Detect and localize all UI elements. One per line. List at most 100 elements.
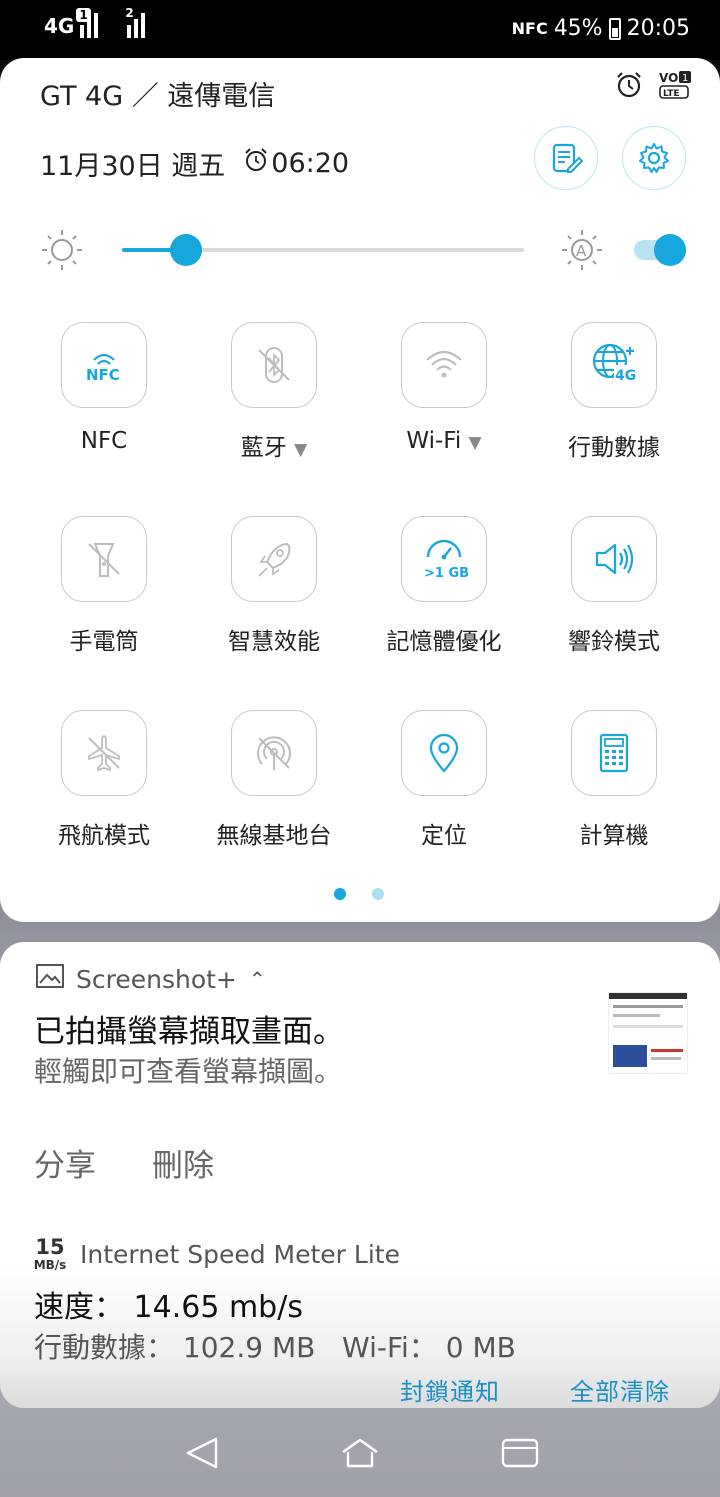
rocket-icon [231,516,317,602]
sim1-badge: 1 [76,8,91,22]
signal-sim1-icon: 1 [76,8,105,38]
svg-text:VO: VO [659,71,678,85]
airplane-off-icon [61,710,147,796]
quick-settings-status-icons: VO 1 LTE [614,70,692,104]
brightness-row: A [40,228,690,272]
notification-app-name: Screenshot+ [76,964,237,994]
clear-all-button[interactable]: 全部清除 [570,1372,670,1407]
image-icon [36,964,64,994]
quick-settings-panel: GT 4G ／ 遠傳電信 VO 1LTE 11月30日 週五 06:20 A [0,58,720,922]
tile-label: 手電筒 [69,629,139,655]
network-type: 4G [44,14,75,38]
back-icon [186,1437,218,1469]
speed-text: 速度： 14.65 mb/s [34,1290,303,1325]
svg-text:LTE: LTE [663,89,680,99]
tile-smart-performance[interactable]: 智慧效能 [189,516,359,666]
volte-icon: VO 1 LTE [658,70,692,104]
screenshot-notification-header[interactable]: Screenshot+ ⌃ [36,964,266,994]
wifi-icon [401,322,487,408]
tile-label: NFC [80,428,128,454]
tile-bluetooth[interactable]: 藍牙 ▼ [189,322,359,472]
memory-boost-icon: >1 GB [401,516,487,602]
svg-text:1: 1 [682,73,688,84]
alarm-small-icon [243,147,269,180]
status-bar: 4G 1 2 NFC 45% 20:05 [0,0,720,60]
share-button[interactable]: 分享 [34,1140,96,1185]
tile-airplane-mode[interactable]: 飛航模式 [19,710,189,860]
svg-text:4G: 4G [615,368,636,384]
clock: 20:05 [626,16,690,41]
home-icon [342,1438,378,1468]
status-right: NFC 45% 20:05 [512,16,690,41]
speed-meter-icon: 15 MB/s [33,1235,67,1272]
notification-actions: 分享 刪除 [34,1140,214,1185]
settings-button[interactable] [622,126,686,190]
brightness-slider-thumb[interactable] [170,234,203,266]
tile-label: 記憶體優化 [386,629,502,655]
edit-tiles-button[interactable] [534,126,598,190]
tile-label: Wi-Fi [406,428,462,454]
hotspot-off-icon [231,710,317,796]
tile-memory-boost[interactable]: >1 GB 記憶體優化 [359,516,529,666]
back-button[interactable] [182,1436,222,1470]
tile-sound-mode[interactable]: 響鈴模式 [529,516,699,666]
tile-nfc[interactable]: NFC NFC [19,322,189,472]
location-icon [401,710,487,796]
sound-icon [571,516,657,602]
tile-hotspot[interactable]: 無線基地台 [189,710,359,860]
page-dot-active[interactable] [334,888,346,900]
tile-label: 定位 [421,823,467,849]
recents-button[interactable] [500,1436,540,1470]
dropdown-arrow-icon[interactable]: ▼ [469,433,482,453]
tile-mobile-data[interactable]: 4G 行動數據 [529,322,699,472]
tile-label: 行動數據 [568,435,660,461]
dropdown-arrow-icon[interactable]: ▼ [294,440,307,460]
brightness-low-icon [40,228,84,276]
date-alarm-row: 11月30日 週五 06:20 [40,144,349,183]
battery-percent: 45% [553,16,603,41]
svg-text:NFC: NFC [86,366,120,384]
alarm-clock-icon [614,70,644,104]
page-dot[interactable] [372,888,384,900]
data-usage-text: 行動數據： 102.9 MB Wi-Fi： 0 MB [34,1331,516,1364]
tile-label: 藍牙 [240,435,287,461]
mobile-data-icon: 4G [571,322,657,408]
bluetooth-off-icon [231,322,317,408]
tile-label: 無線基地台 [216,823,332,849]
home-button[interactable] [340,1436,380,1470]
nfc-icon: NFC [61,322,147,408]
notification-card[interactable]: Screenshot+ ⌃ 已拍攝螢幕擷取畫面。 輕觸即可查看螢幕擷圖。 分享 … [0,942,720,1408]
svg-text:>1 GB: >1 GB [424,566,469,581]
notification-body: 輕觸即可查看螢幕擷圖。 [34,1055,343,1088]
battery-icon [608,17,621,40]
tile-label: 響鈴模式 [568,629,660,655]
signal-sim2-icon: 2 [125,6,152,38]
sim2-badge: 2 [125,6,134,20]
block-notifications-button[interactable]: 封鎖通知 [400,1372,500,1407]
page-indicator [334,888,384,900]
flashlight-off-icon [61,516,147,602]
tile-wifi[interactable]: Wi-Fi ▼ [359,322,529,472]
auto-brightness-icon: A [560,228,604,276]
date-text: 11月30日 週五 [40,151,226,182]
chevron-up-icon[interactable]: ⌃ [249,967,266,991]
navigation-bar [0,1408,720,1497]
status-left: 4G 1 2 [44,6,152,38]
tile-location[interactable]: 定位 [359,710,529,860]
svg-text:A: A [576,242,587,260]
screenshot-thumbnail[interactable] [608,992,688,1074]
carrier-name: GT 4G ／ 遠傳電信 [40,81,276,112]
auto-brightness-toggle[interactable] [634,234,686,266]
notification-app-name: Internet Speed Meter Lite [80,1240,400,1269]
delete-button[interactable]: 刪除 [152,1140,214,1185]
tile-flashlight[interactable]: 手電筒 [19,516,189,666]
calculator-icon [571,710,657,796]
tile-label: 飛航模式 [58,823,150,849]
tile-calculator[interactable]: 計算機 [529,710,699,860]
edit-list-icon [552,143,583,173]
gear-icon [639,143,669,173]
notification-title: 已拍攝螢幕擷取畫面。 [34,1014,344,1050]
tile-label: 智慧效能 [228,629,320,655]
tile-label: 計算機 [579,823,649,849]
recents-icon [501,1438,539,1468]
